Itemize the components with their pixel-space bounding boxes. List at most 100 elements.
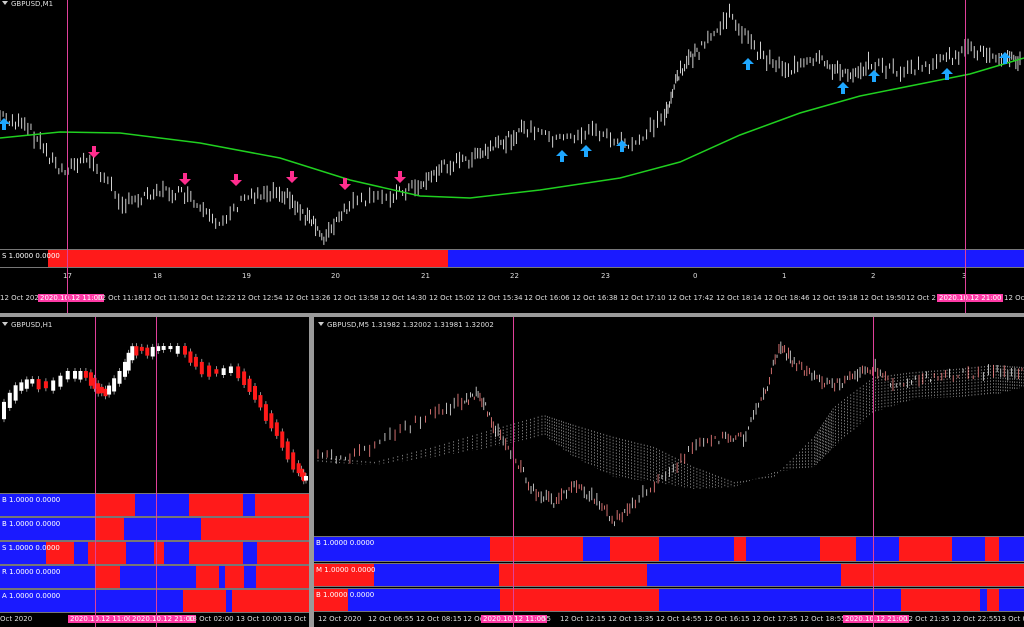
hour-label: 1 <box>782 272 787 280</box>
strip-segment-buy <box>999 537 1024 561</box>
candle-body <box>2 401 6 420</box>
strip-label: B 1.0000 0.0000 <box>2 520 61 528</box>
candle-body <box>139 346 144 351</box>
strip-segment-buy <box>746 537 820 561</box>
strip-segment-sell <box>820 537 856 561</box>
candle-body <box>58 375 63 387</box>
strip-segment-sell <box>189 494 243 516</box>
strip-segment-sell <box>841 564 1024 586</box>
time-label: 13 Oct 10:00 <box>236 615 282 623</box>
h1-chart-window[interactable]: GBPUSD,H1 B 1.0000 0.0000 B 1.0000 0.000… <box>0 317 309 627</box>
time-label: 12 Oct 13:26 <box>285 294 331 302</box>
m1-chart-window[interactable]: GBPUSD,M1 S 1.0000 0.0000 17 18 19 20 21… <box>0 0 1024 313</box>
candle-body <box>103 388 108 397</box>
candle-body <box>96 383 101 394</box>
candle-body <box>193 356 198 367</box>
candle-body <box>304 476 308 481</box>
session-marker-line[interactable] <box>156 317 157 627</box>
time-marker-tag: 2020.10.12 11:00 <box>68 615 135 623</box>
strip-segment-sell <box>225 566 244 588</box>
strip-segment-buy <box>856 537 899 561</box>
strip-segment-sell <box>899 537 952 561</box>
m5-signal-strip: M 1.0000 0.0000 <box>314 563 1024 587</box>
candle-body <box>83 371 88 378</box>
m5-chart-window[interactable]: GBPUSD,M5 1.31982 1.32002 1.31981 1.3200… <box>314 317 1024 627</box>
time-label: 12 Oct 11:18 <box>97 294 143 302</box>
candle-body <box>73 371 77 379</box>
strip-segment-sell <box>95 494 135 516</box>
sell-arrow-icon <box>394 171 406 183</box>
candle-body <box>228 366 233 374</box>
candle-body <box>214 369 219 374</box>
candle-body <box>236 366 241 379</box>
time-label: 13 Oct 02:00 <box>188 615 234 623</box>
time-label: 12 Oct 18:55 <box>800 615 846 623</box>
candle-body <box>123 361 127 377</box>
time-label: 12 Oct 19:50 <box>860 294 906 302</box>
strip-segment-sell <box>189 542 243 564</box>
dropdown-icon[interactable] <box>2 1 8 5</box>
candle-body <box>19 382 24 391</box>
time-label: 12 Oct 15:02 <box>429 294 475 302</box>
hour-label: 23 <box>601 272 610 280</box>
strip-segment-buy <box>374 564 499 586</box>
dropdown-icon[interactable] <box>2 322 8 326</box>
dropdown-icon[interactable] <box>318 322 324 326</box>
candle-body <box>183 346 187 355</box>
hour-label: 18 <box>153 272 162 280</box>
session-marker-line[interactable] <box>95 317 96 627</box>
candle-body <box>199 361 204 375</box>
candle-body <box>65 371 70 380</box>
buy-arrow-icon <box>742 58 754 70</box>
strip-segment-buy <box>126 542 154 564</box>
m1-window-title: GBPUSD,M1 <box>2 0 53 9</box>
strip-segment-sell <box>987 589 999 611</box>
time-label: 12 Oct 12:15 <box>560 615 606 623</box>
strip-segment-sell <box>196 566 219 588</box>
m1-price-bars <box>0 3 1021 245</box>
time-label: 12 Oct 14:55 <box>656 615 702 623</box>
hour-label: 22 <box>510 272 519 280</box>
candle-body <box>263 404 268 421</box>
time-label: 12 Oct 17:42 <box>668 294 714 302</box>
m5-price-chart[interactable] <box>314 317 1024 535</box>
candle-body <box>285 441 290 460</box>
session-marker-line[interactable] <box>965 0 966 313</box>
strip-segment-buy <box>999 589 1024 611</box>
time-label: 12 Oct 16:38 <box>572 294 618 302</box>
candle-body <box>99 386 104 394</box>
candle-body <box>107 385 112 395</box>
time-marker-tag: 2020.10.12 11:00 <box>481 615 548 623</box>
session-marker-line[interactable] <box>873 317 874 627</box>
h1-signal-strip: A 1.0000 0.0000 <box>0 589 309 613</box>
candle-body <box>7 392 12 408</box>
time-label: 12 Oct 2020 <box>0 294 44 302</box>
time-label: 12 Oct 16:06 <box>524 294 570 302</box>
strip-segment-sell <box>232 590 309 612</box>
time-label: 12 Oct 19:18 <box>812 294 858 302</box>
session-marker-line[interactable] <box>513 317 514 627</box>
hour-label: 20 <box>331 272 340 280</box>
time-label: Oct 2020 <box>0 615 33 623</box>
time-label: 12 Oct 18:14 <box>716 294 762 302</box>
candle-body <box>130 346 135 361</box>
candle-body <box>30 379 35 384</box>
strip-segment-sell <box>499 564 647 586</box>
strip-label: B 1.0000 0.0000 <box>2 496 61 504</box>
m1-price-chart[interactable] <box>0 0 1024 250</box>
time-label: 12 Oct 13:35 <box>608 615 654 623</box>
candle-body <box>24 379 29 389</box>
session-marker-line[interactable] <box>67 0 68 313</box>
candle-body <box>126 352 131 371</box>
strip-label: S 1.0000 0.0000 <box>2 252 60 260</box>
candle-body <box>78 371 83 380</box>
h1-price-chart[interactable] <box>0 317 309 493</box>
h1-signal-strip: S 1.0000 0.0000 <box>0 541 309 565</box>
ichimoku-cloud <box>317 365 1024 489</box>
m1-hour-axis: 17 18 19 20 21 22 23 0 1 2 3 <box>0 272 1024 282</box>
time-label: 12 Oct 16:15 <box>704 615 750 623</box>
buy-arrow-icon <box>0 118 10 130</box>
time-label: 12 Oct 14:30 <box>381 294 427 302</box>
sell-arrow-icon <box>230 174 242 186</box>
strip-label: B 1.0000 0.0000 <box>316 539 375 547</box>
